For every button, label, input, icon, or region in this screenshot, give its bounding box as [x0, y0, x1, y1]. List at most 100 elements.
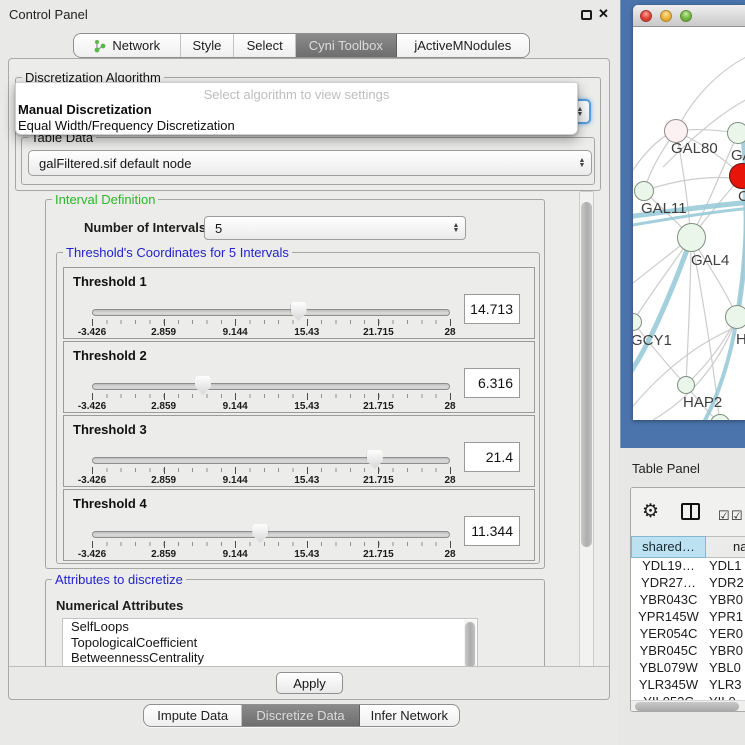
node-label-gal80: GAL80: [671, 140, 718, 157]
table-row[interactable]: YBL079WYBL0: [631, 660, 745, 677]
threshold-1-panel: Threshold 1 -3.4262.8599.14415.4321.7152…: [63, 267, 535, 339]
network-canvas[interactable]: GAL80 GA C GAL11 GAL4 GCY1 H HAP2: [633, 27, 745, 420]
control-panel-titlebar: Control Panel ✕: [0, 0, 619, 28]
minimize-traffic-light-icon[interactable]: [660, 10, 672, 22]
node-label-gal11: GAL11: [641, 200, 687, 217]
slider-tick-labels: -3.4262.8599.14415.4321.71528: [92, 401, 450, 413]
tab-select-label: Select: [247, 38, 283, 53]
interval-definition-title: Interval Definition: [52, 192, 158, 207]
tab-discretize-data-label: Discretize Data: [256, 708, 344, 723]
threshold-2-value-field[interactable]: 6.316: [464, 368, 520, 398]
threshold-4-slider[interactable]: -3.4262.8599.14415.4321.71528: [92, 528, 450, 558]
attributes-group-title: Attributes to discretize: [52, 572, 186, 587]
tab-network[interactable]: Network: [74, 34, 181, 57]
tab-infer-network-label: Infer Network: [371, 708, 448, 723]
node-label-partial-h: H: [736, 331, 745, 348]
threshold-2-slider[interactable]: -3.4262.8599.14415.4321.71528: [92, 380, 450, 410]
slider-minor-ticks: [92, 467, 450, 474]
node-table-widget: ⚙ ☑ ☑ shared… na YDL19…YDL1 YDR27…YDR2 Y…: [630, 487, 745, 712]
table-row[interactable]: YLR345WYLR3: [631, 677, 745, 694]
column-header-shared-name[interactable]: shared…: [631, 536, 706, 558]
attributes-scrollbar[interactable]: [464, 620, 476, 668]
node-top-right[interactable]: [727, 122, 745, 144]
table-horizontal-scrollbar[interactable]: [631, 700, 745, 712]
slider-tick-labels: -3.4262.8599.14415.4321.71528: [92, 549, 450, 561]
node-right-mid[interactable]: [725, 305, 745, 329]
table-row[interactable]: YPR145WYPR1: [631, 609, 745, 626]
zoom-traffic-light-icon[interactable]: [680, 10, 692, 22]
node-label-gal4: GAL4: [691, 252, 729, 269]
node-hap2[interactable]: [677, 376, 695, 394]
combo-arrows-icon: ▲▼: [573, 158, 591, 168]
tab-style[interactable]: Style: [181, 34, 235, 57]
tab-discretize-data[interactable]: Discretize Data: [242, 705, 359, 726]
table-row[interactable]: YBR043CYBR0: [631, 592, 745, 609]
threshold-1-value-field[interactable]: 14.713: [464, 294, 520, 324]
checkbox-icon[interactable]: ☑: [731, 508, 743, 524]
tab-infer-network[interactable]: Infer Network: [360, 705, 459, 726]
threshold-3-value-field[interactable]: 21.4: [464, 442, 520, 472]
table-data-group: Table Data galFiltered.sif default node …: [21, 137, 595, 185]
table-data-combo[interactable]: galFiltered.sif default node ▲▼: [28, 150, 592, 176]
node-gal11[interactable]: [634, 181, 654, 201]
attributes-group: Attributes to discretize Numerical Attri…: [45, 579, 545, 668]
attribute-item[interactable]: TopologicalCoefficient: [63, 635, 477, 651]
float-window-icon[interactable]: [581, 10, 592, 20]
gear-icon[interactable]: ⚙: [642, 500, 659, 523]
thresholds-group-title: Threshold's Coordinates for 5 Intervals: [63, 245, 292, 260]
network-window-titlebar[interactable]: [633, 5, 745, 27]
tab-cyni-toolbox[interactable]: Cyni Toolbox: [296, 34, 397, 57]
number-of-intervals-value: 5: [205, 221, 447, 236]
thresholds-group: Threshold's Coordinates for 5 Intervals …: [56, 252, 540, 564]
tab-impute-data[interactable]: Impute Data: [144, 705, 242, 726]
attribute-item[interactable]: BetweennessCentrality: [63, 650, 477, 666]
table-row[interactable]: YDR27…YDR2: [631, 575, 745, 592]
slider-track[interactable]: [92, 457, 450, 464]
tab-impute-data-label: Impute Data: [157, 708, 228, 723]
checkbox-icon[interactable]: ☑: [718, 508, 730, 524]
network-frame: GAL80 GA C GAL11 GAL4 GCY1 H HAP2: [620, 0, 745, 448]
algorithm-dropdown-popup: Select algorithm to view settings Manual…: [15, 82, 578, 135]
threshold-3-label: Threshold 3: [73, 422, 147, 437]
close-icon[interactable]: ✕: [598, 6, 609, 22]
threshold-2-label: Threshold 2: [73, 348, 147, 363]
node-gal4[interactable]: [677, 223, 706, 252]
node-label-partial-ga: GA: [731, 147, 745, 164]
settings-scroll-area: Interval Definition Number of Intervals …: [15, 191, 579, 668]
scrollbar-thumb[interactable]: [635, 702, 739, 711]
threshold-4-value-field[interactable]: 11.344: [464, 516, 520, 546]
threshold-3-slider[interactable]: -3.4262.8599.14415.4321.71528: [92, 454, 450, 484]
slider-track[interactable]: [92, 309, 450, 316]
table-row[interactable]: YBR045CYBR0: [631, 643, 745, 660]
table-row[interactable]: YDL19…YDL1: [631, 558, 745, 575]
slider-track[interactable]: [92, 531, 450, 538]
number-of-intervals-combo[interactable]: 5 ▲▼: [204, 216, 466, 240]
algorithm-popup-hint: Select algorithm to view settings: [16, 83, 577, 102]
window-title: Control Panel: [9, 7, 88, 22]
attribute-item[interactable]: SelfLoops: [63, 619, 477, 635]
table-toolbar: ⚙ ☑ ☑: [631, 488, 745, 536]
slider-minor-ticks: [92, 319, 450, 326]
algorithm-option-equal-width[interactable]: Equal Width/Frequency Discretization: [16, 118, 577, 134]
tab-jactivemnodules[interactable]: jActiveMNodules: [397, 34, 529, 57]
column-header-name[interactable]: na: [706, 536, 745, 558]
node-label-gcy1: GCY1: [633, 332, 672, 349]
threshold-1-slider[interactable]: -3.4262.8599.14415.4321.71528: [92, 306, 450, 336]
tab-select[interactable]: Select: [234, 34, 296, 57]
numerical-attributes-label: Numerical Attributes: [56, 598, 183, 613]
table-panel: Table Panel ⚙ ☑ ☑ shared… na YDL19…YDL1 …: [620, 448, 745, 745]
settings-vertical-scrollbar[interactable]: [579, 191, 594, 668]
split-columns-icon[interactable]: [681, 503, 700, 520]
number-of-intervals-label: Number of Intervals: [84, 220, 206, 235]
threshold-2-panel: Threshold 2 -3.4262.8599.14415.4321.7152…: [63, 341, 535, 413]
algorithm-option-manual[interactable]: Manual Discretization: [16, 102, 577, 118]
scrollbar-thumb[interactable]: [581, 202, 592, 547]
slider-tick-labels: -3.4262.8599.14415.4321.71528: [92, 475, 450, 487]
interval-definition-group: Interval Definition Number of Intervals …: [45, 199, 545, 569]
tab-jactivemnodules-label: jActiveMNodules: [414, 38, 511, 53]
apply-button[interactable]: Apply: [276, 672, 343, 694]
table-row[interactable]: YER054CYER0: [631, 626, 745, 643]
tab-network-label: Network: [112, 38, 160, 53]
slider-track[interactable]: [92, 383, 450, 390]
close-traffic-light-icon[interactable]: [640, 10, 652, 22]
